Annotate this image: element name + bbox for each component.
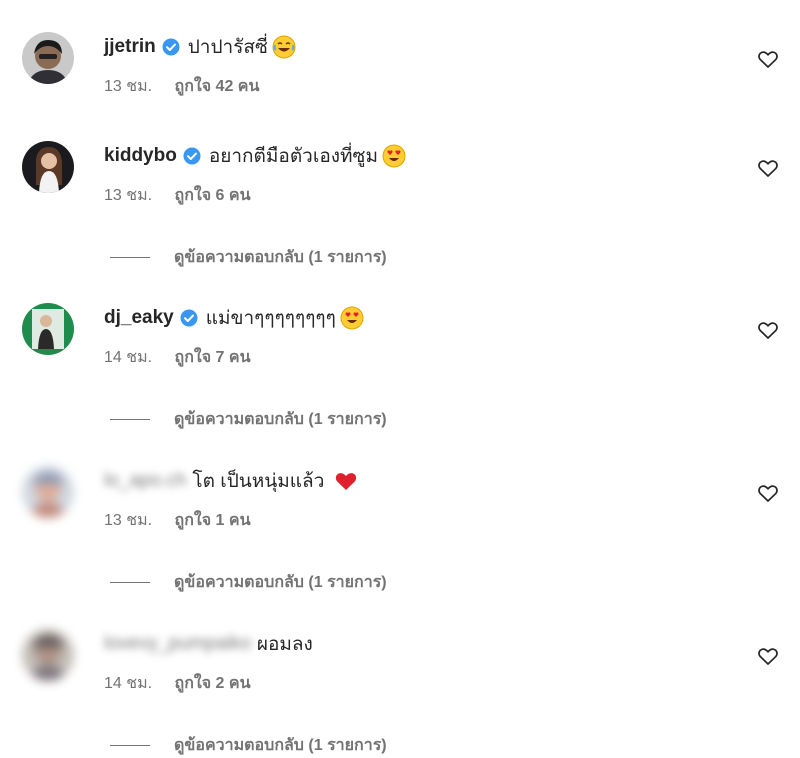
comment-meta: 13 ชม. ถูกใจ 42 คน (104, 74, 259, 99)
comment-likes[interactable]: ถูกใจ 6 คน (175, 187, 251, 204)
comment-likes[interactable]: ถูกใจ 42 คน (175, 78, 260, 95)
replies-divider (110, 257, 150, 258)
avatar[interactable] (22, 32, 74, 84)
view-replies-button[interactable]: ดูข้อความตอบกลับ (1 รายการ) (110, 407, 387, 432)
comment-text: แม่ขาๆๆๆๆๆๆๆๆ (205, 308, 336, 329)
comment-time[interactable]: 13 ชม. (104, 78, 152, 95)
comment-username[interactable]: lo_apo.ch (104, 470, 186, 492)
avatar[interactable] (22, 466, 74, 518)
comment-likes[interactable]: ถูกใจ 2 คน (175, 675, 251, 692)
view-replies-label: ดูข้อความตอบกลับ (1 รายการ) (174, 411, 387, 428)
comment-meta: 14 ชม. ถูกใจ 7 คน (104, 345, 251, 370)
heart-eyes-icon (382, 144, 406, 168)
avatar[interactable] (22, 303, 74, 355)
comment-likes[interactable]: ถูกใจ 1 คน (175, 512, 251, 529)
like-heart-icon[interactable] (756, 47, 780, 71)
replies-divider (110, 582, 150, 583)
verified-badge-icon (162, 38, 180, 56)
comment-line: dj_eaky แม่ขาๆๆๆๆๆๆๆๆ (104, 303, 364, 333)
comment-time[interactable]: 13 ชม. (104, 187, 152, 204)
view-replies-button[interactable]: ดูข้อความตอบกลับ (1 รายการ) (110, 570, 387, 595)
laughing-face-icon (272, 35, 296, 59)
like-heart-icon[interactable] (756, 481, 780, 505)
comment-line: jjetrin ปาปารัสซี่ (104, 32, 296, 62)
comment-username[interactable]: dj_eaky (104, 307, 174, 329)
replies-divider (110, 745, 150, 746)
comment-text: อยากตีมือตัวเองที่ซูม (208, 146, 378, 167)
comment-text: ปาปารัสซี่ (187, 37, 268, 58)
comment-meta: 14 ชม. ถูกใจ 2 คน (104, 671, 251, 696)
comment-time[interactable]: 14 ชม. (104, 349, 152, 366)
comment-text: โต เป็นหนุ่มแล้ว (192, 471, 325, 492)
comment-meta: 13 ชม. ถูกใจ 6 คน (104, 183, 251, 208)
avatar[interactable] (22, 629, 74, 681)
comment-username[interactable]: kiddybo (104, 145, 177, 167)
view-replies-label: ดูข้อความตอบกลับ (1 รายการ) (174, 249, 387, 266)
comment-time[interactable]: 13 ชม. (104, 512, 152, 529)
comment-line: kiddybo อยากตีมือตัวเองที่ซูม (104, 141, 406, 171)
heart-eyes-icon (340, 306, 364, 330)
comment-username[interactable]: lovevy_pumpaiko (104, 633, 251, 655)
comment-meta: 13 ชม. ถูกใจ 1 คน (104, 508, 251, 533)
red-heart-icon (334, 469, 358, 493)
like-heart-icon[interactable] (756, 318, 780, 342)
view-replies-button[interactable]: ดูข้อความตอบกลับ (1 รายการ) (110, 733, 387, 758)
like-heart-icon[interactable] (756, 644, 780, 668)
like-heart-icon[interactable] (756, 156, 780, 180)
verified-badge-icon (183, 147, 201, 165)
view-replies-button[interactable]: ดูข้อความตอบกลับ (1 รายการ) (110, 245, 387, 270)
view-replies-label: ดูข้อความตอบกลับ (1 รายการ) (174, 737, 387, 754)
verified-badge-icon (180, 309, 198, 327)
comment-time[interactable]: 14 ชม. (104, 675, 152, 692)
comment-line: lovevy_pumpaiko ผอมลง (104, 629, 313, 659)
view-replies-label: ดูข้อความตอบกลับ (1 รายการ) (174, 574, 387, 591)
avatar[interactable] (22, 141, 74, 193)
comment-line: lo_apo.ch โต เป็นหนุ่มแล้ว (104, 466, 358, 496)
comment-likes[interactable]: ถูกใจ 7 คน (175, 349, 251, 366)
comment-username[interactable]: jjetrin (104, 36, 156, 58)
replies-divider (110, 419, 150, 420)
comment-text: ผอมลง (256, 634, 313, 655)
